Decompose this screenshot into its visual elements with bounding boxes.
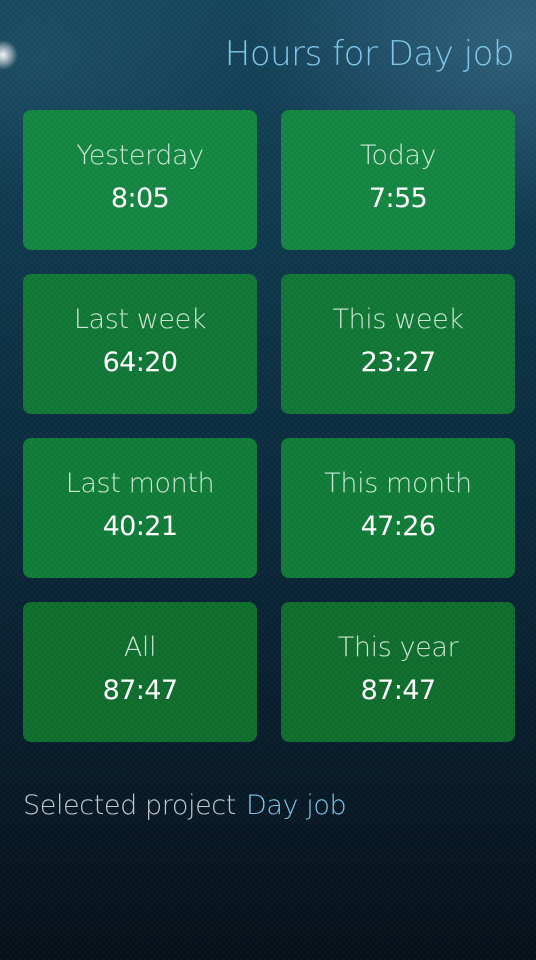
page-title: Hours for Day job	[224, 34, 515, 74]
tile-label: This month	[324, 468, 472, 499]
tile-last-week[interactable]: Last week 64:20	[23, 274, 257, 414]
tile-value: 40:21	[102, 511, 178, 542]
tile-value: 47:26	[360, 511, 436, 542]
tile-this-year[interactable]: This year 87:47	[281, 602, 515, 742]
tile-all[interactable]: All 87:47	[23, 602, 257, 742]
tile-value: 7:55	[368, 183, 428, 214]
tile-value: 23:27	[360, 347, 436, 378]
selected-project-label: Selected project	[23, 790, 236, 821]
tile-value: 8:05	[110, 183, 170, 214]
hours-summary-grid: Yesterday 8:05 Today 7:55 Last week 64:2…	[23, 110, 515, 742]
tile-value: 64:20	[102, 347, 178, 378]
pulley-menu-indicator	[0, 40, 18, 70]
tile-label: Last month	[65, 468, 215, 499]
tile-label: Today	[359, 140, 437, 171]
tile-this-month[interactable]: This month 47:26	[281, 438, 515, 578]
tile-label: This week	[332, 304, 464, 335]
tile-this-week[interactable]: This week 23:27	[281, 274, 515, 414]
tile-yesterday[interactable]: Yesterday 8:05	[23, 110, 257, 250]
tile-last-month[interactable]: Last month 40:21	[23, 438, 257, 578]
tile-label: This year	[337, 632, 459, 663]
selected-project-row[interactable]: Selected project Day job	[23, 790, 347, 821]
tile-label: Last week	[73, 304, 207, 335]
selected-project-value[interactable]: Day job	[246, 790, 347, 821]
tile-today[interactable]: Today 7:55	[281, 110, 515, 250]
tile-value: 87:47	[102, 675, 178, 706]
tile-label: Yesterday	[76, 140, 204, 171]
tile-label: All	[123, 632, 157, 663]
tile-value: 87:47	[360, 675, 436, 706]
